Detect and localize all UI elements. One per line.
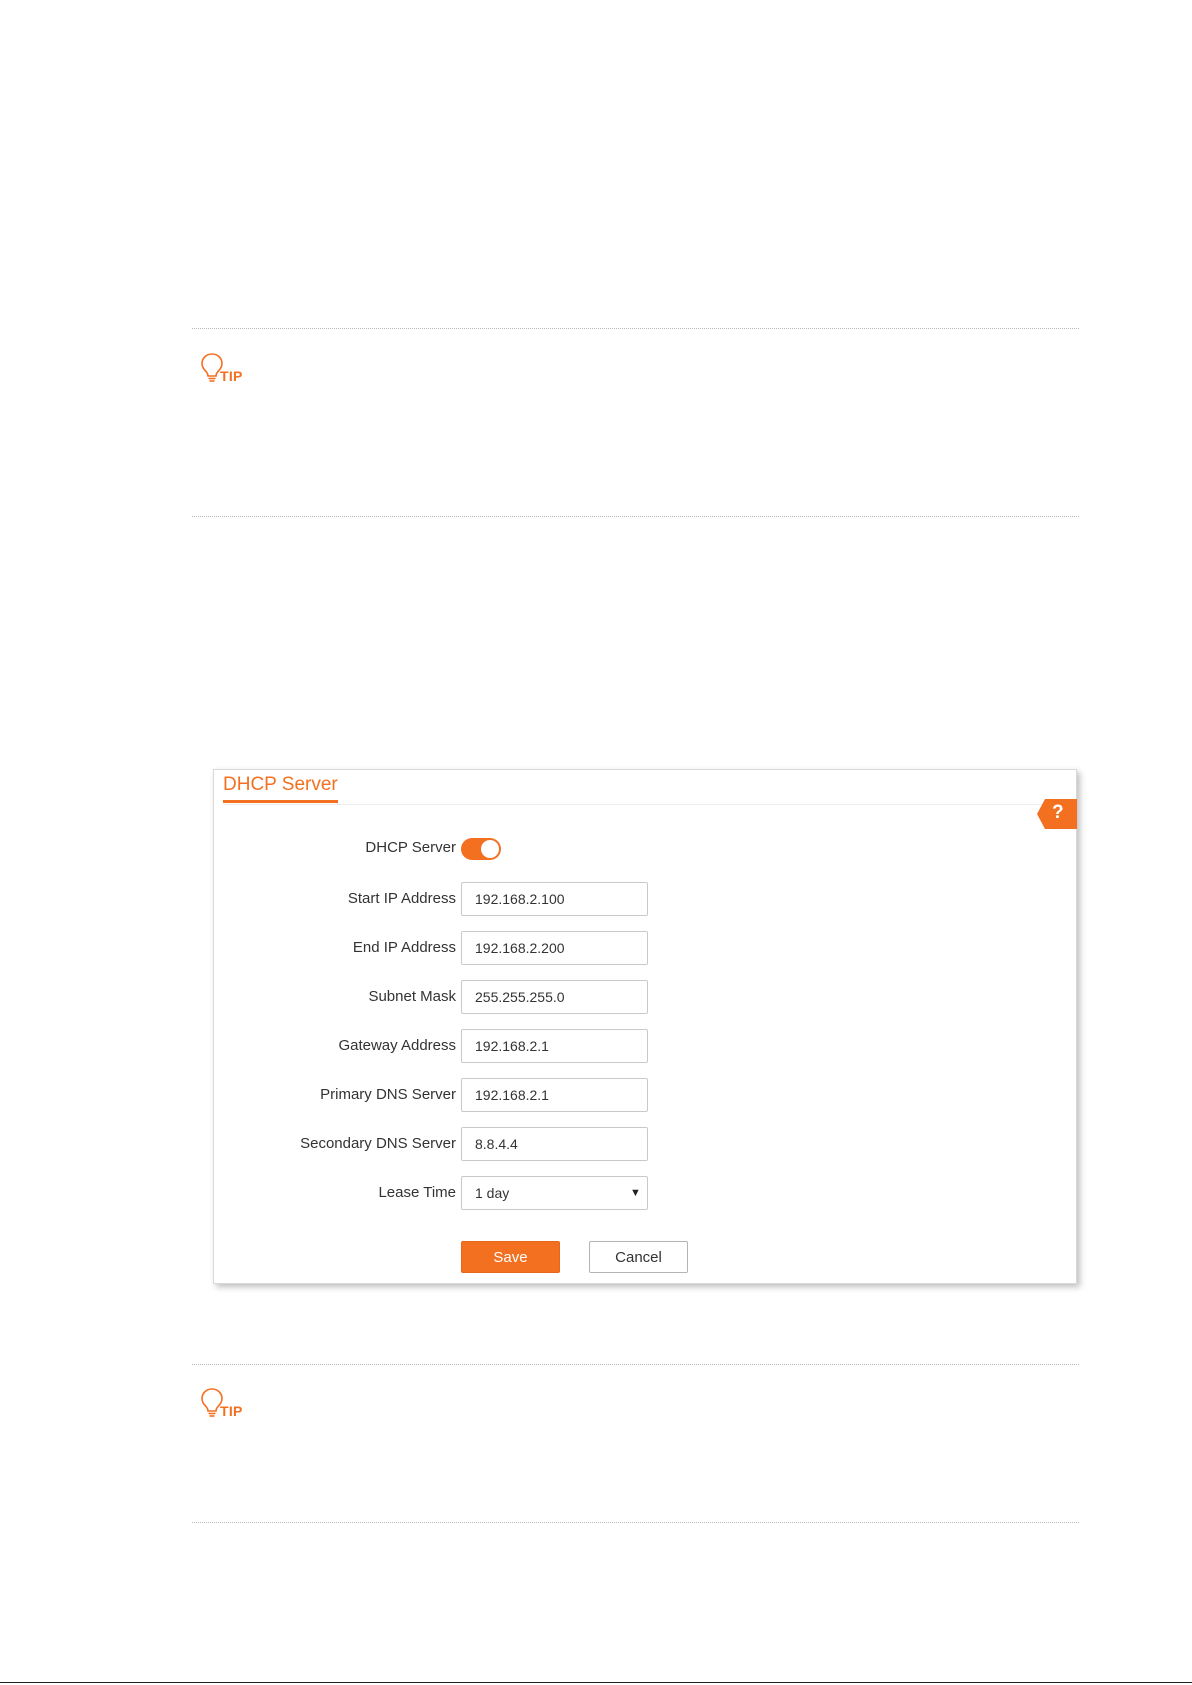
subnet-mask-input[interactable]: 255.255.255.0: [461, 980, 648, 1014]
gateway-label: Gateway Address: [338, 1037, 456, 1054]
tip-divider-bottom-1: [192, 516, 1079, 517]
primary-dns-input[interactable]: 192.168.2.1: [461, 1078, 648, 1112]
start-ip-label: Start IP Address: [347, 890, 456, 907]
dhcp-server-label: DHCP Server: [365, 839, 456, 856]
save-button[interactable]: Save: [461, 1241, 560, 1273]
page-footer-rule: [0, 1682, 1192, 1683]
tip-label: TIP: [220, 1403, 243, 1419]
tip-callout-2: TIP: [200, 1387, 260, 1427]
gateway-input[interactable]: 192.168.2.1: [461, 1029, 648, 1063]
subnet-mask-label: Subnet Mask: [368, 988, 456, 1005]
panel-title: DHCP Server: [223, 772, 338, 803]
start-ip-input[interactable]: 192.168.2.100: [461, 882, 648, 916]
row-secondary-dns: Secondary DNS Server 8.8.4.4: [214, 1127, 1076, 1161]
row-lease-time: Lease Time 1 day ▼: [214, 1176, 1076, 1210]
panel-title-divider: [223, 804, 1067, 805]
primary-dns-label: Primary DNS Server: [320, 1086, 456, 1103]
row-primary-dns: Primary DNS Server 192.168.2.1: [214, 1078, 1076, 1112]
row-subnet-mask: Subnet Mask 255.255.255.0: [214, 980, 1076, 1014]
row-gateway: Gateway Address 192.168.2.1: [214, 1029, 1076, 1063]
lease-time-label: Lease Time: [378, 1184, 456, 1201]
row-end-ip: End IP Address 192.168.2.200: [214, 931, 1076, 965]
end-ip-input[interactable]: 192.168.2.200: [461, 931, 648, 965]
tip-divider-top-1: [192, 328, 1079, 329]
dhcp-server-panel: DHCP Server ? DHCP Server Start IP Addre…: [213, 769, 1077, 1284]
lease-time-select[interactable]: 1 day: [461, 1176, 648, 1210]
toggle-knob: [481, 840, 499, 858]
tip-divider-top-2: [192, 1364, 1079, 1365]
cancel-button[interactable]: Cancel: [589, 1241, 688, 1273]
tip-callout-1: TIP: [200, 352, 260, 392]
tip-divider-bottom-2: [192, 1522, 1079, 1523]
secondary-dns-input[interactable]: 8.8.4.4: [461, 1127, 648, 1161]
dhcp-server-toggle[interactable]: [461, 838, 501, 860]
secondary-dns-label: Secondary DNS Server: [300, 1135, 456, 1152]
help-button[interactable]: ?: [1037, 799, 1077, 829]
end-ip-label: End IP Address: [352, 939, 456, 956]
row-start-ip: Start IP Address 192.168.2.100: [214, 882, 1076, 916]
row-dhcp-server: DHCP Server: [214, 831, 1076, 865]
tip-label: TIP: [220, 368, 243, 384]
help-icon: ?: [1052, 802, 1064, 823]
chevron-down-icon: ▼: [630, 1187, 641, 1199]
